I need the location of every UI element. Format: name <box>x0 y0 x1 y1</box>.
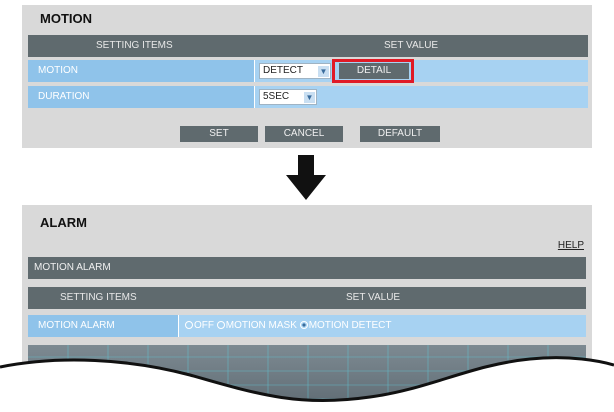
duration-select[interactable]: 5SEC ▼ <box>259 89 317 105</box>
default-button[interactable]: DEFAULT <box>360 126 440 142</box>
radio-circle-icon <box>185 321 193 329</box>
torn-edge-overlay <box>0 356 614 412</box>
motion-table-header: SETTING ITEMS SET VALUE <box>28 35 588 57</box>
radio-circle-icon <box>216 321 225 329</box>
chevron-down-icon: ▼ <box>304 92 315 103</box>
motion-alarm-section: MOTION ALARM <box>28 257 586 279</box>
setting-items-header: SETTING ITEMS <box>96 40 173 51</box>
motion-value-cell: DETECT ▼ DETAIL <box>254 60 588 82</box>
radio-motion-mask[interactable]: MOTION MASK <box>216 320 297 331</box>
duration-label: DURATION <box>38 91 90 102</box>
motion-select-value: DETECT <box>263 65 303 76</box>
motion-alarm-value-cell: OFF MOTION MASK MOTION DETECT <box>178 315 586 337</box>
motion-alarm-section-title: MOTION ALARM <box>34 262 111 273</box>
motion-label: MOTION <box>38 65 78 76</box>
duration-value-cell: 5SEC ▼ <box>254 86 588 108</box>
duration-select-value: 5SEC <box>263 91 290 102</box>
set-button[interactable]: SET <box>180 126 258 142</box>
radio-motion-detect[interactable]: MOTION DETECT <box>299 320 391 331</box>
motion-alarm-radio-group: OFF MOTION MASK MOTION DETECT <box>185 320 391 331</box>
radio-off[interactable]: OFF <box>185 320 214 331</box>
arrow-down-icon <box>286 155 326 200</box>
cancel-button[interactable]: CANCEL <box>265 126 343 142</box>
motion-alarm-label: MOTION ALARM <box>38 320 115 331</box>
motion-panel-title: MOTION <box>40 11 92 26</box>
motion-row: MOTION DETECT ▼ DETAIL <box>28 60 588 82</box>
set-value-header: SET VALUE <box>346 292 401 303</box>
alarm-table-header: SETTING ITEMS SET VALUE <box>28 287 586 309</box>
help-link[interactable]: HELP <box>558 240 584 251</box>
chevron-down-icon: ▼ <box>318 66 329 77</box>
alarm-panel-title: ALARM <box>40 215 87 230</box>
motion-select[interactable]: DETECT ▼ <box>259 63 331 79</box>
motion-panel: MOTION SETTING ITEMS SET VALUE MOTION DE… <box>22 5 592 148</box>
setting-items-header: SETTING ITEMS <box>60 292 137 303</box>
detail-highlight-box <box>332 59 414 83</box>
motion-alarm-row: MOTION ALARM OFF MOTION MASK MOTION DETE… <box>28 315 586 337</box>
duration-row: DURATION 5SEC ▼ <box>28 86 588 108</box>
set-value-header: SET VALUE <box>384 40 439 51</box>
radio-selected-icon <box>299 321 308 329</box>
